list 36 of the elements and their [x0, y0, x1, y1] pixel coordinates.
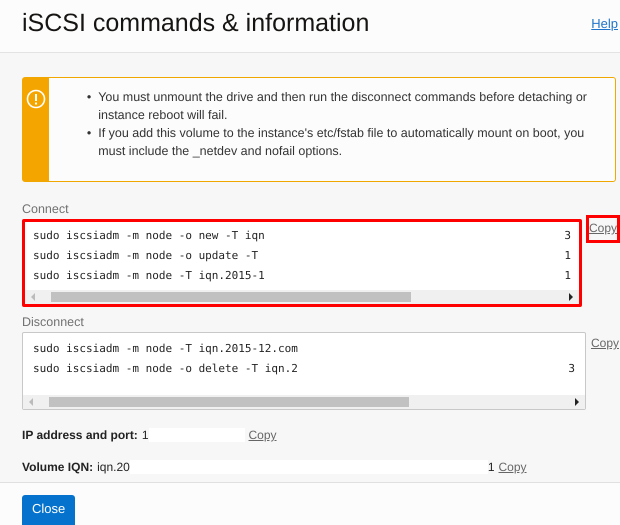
horizontal-scrollbar[interactable]: [25, 290, 579, 304]
copy-link[interactable]: Copy: [498, 460, 527, 474]
scroll-right-icon[interactable]: [566, 293, 575, 301]
command-line: 1: [564, 248, 571, 264]
scroll-left-icon[interactable]: [27, 398, 35, 406]
command-line: 3: [564, 228, 571, 244]
help-link[interactable]: Help: [591, 16, 618, 30]
command-line: sudo iscsiadm -m node -T iqn.2015-1: [33, 268, 265, 284]
copy-link[interactable]: Copy: [248, 428, 277, 442]
field-label: Volume IQN:: [22, 460, 94, 474]
warning-text: You must unmount the drive and then run the disconnect commands before detaching or instance reboot will fail.: [98, 89, 588, 124]
section-label: Disconnect: [22, 315, 85, 329]
field-value: 1: [142, 428, 148, 442]
horizontal-scrollbar[interactable]: [23, 395, 585, 409]
field-label: IP address and port:: [22, 428, 138, 442]
close-button[interactable]: Close: [22, 495, 76, 525]
section-label: Connect: [22, 202, 70, 216]
bullet-mark: •: [86, 89, 92, 106]
command-line: sudo iscsiadm -m node -o update -T: [33, 248, 258, 264]
warning-icon: [26, 89, 46, 109]
copy-link[interactable]: Copy: [586, 215, 620, 243]
command-line: sudo iscsiadm -m node -o delete -T iqn.2: [33, 361, 298, 377]
command-line: sudo iscsiadm -m node -o new -T iqn: [33, 228, 265, 244]
bullet-mark: •: [86, 125, 92, 142]
scroll-left-icon[interactable]: [29, 293, 37, 301]
command-box[interactable]: sudo iscsiadm -m node -T iqn.2015-12.com sudo iscsiadm -m node -o delete -T iqn.2 3: [22, 332, 586, 410]
command-box[interactable]: sudo iscsiadm -m node -o new -T iqn 3 sudo iscsiadm -m node -o update -T 1 sudo iscsiadm -m node -T iqn.2015-1 1: [22, 219, 582, 307]
dialog-title: iSCSI commands & information: [22, 8, 370, 38]
warning-text: If you add this volume to the instance's etc/fstab file to automatically mount on boot, you must include the _netdev and nofail options.: [98, 125, 586, 160]
command-line: sudo iscsiadm -m node -T iqn.2015-12.com: [33, 341, 298, 357]
field-value: 1: [488, 460, 495, 474]
field-value: iqn.20: [97, 460, 130, 474]
copy-link[interactable]: Copy: [590, 336, 620, 350]
scroll-right-icon[interactable]: [572, 398, 581, 406]
command-line: 1: [564, 268, 571, 284]
command-line: 3: [568, 361, 575, 377]
